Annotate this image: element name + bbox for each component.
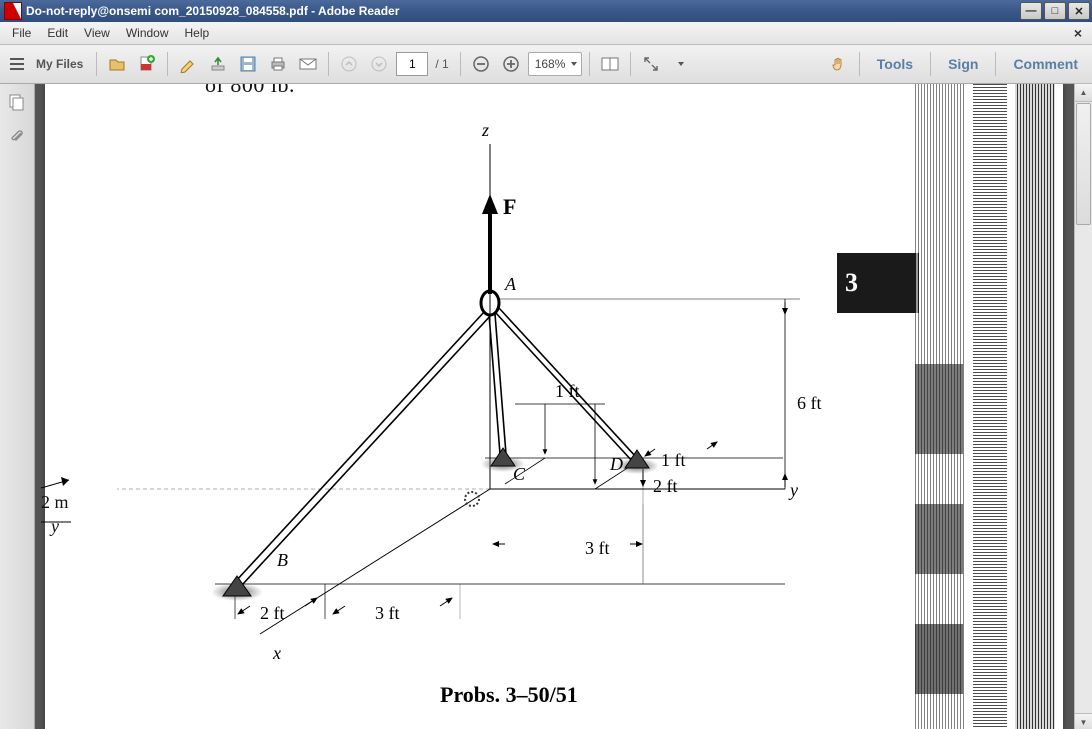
- point-b-label: B: [277, 550, 288, 570]
- axis-x-label: x: [272, 643, 281, 663]
- email-button[interactable]: [295, 51, 321, 77]
- printer-icon: [269, 55, 287, 73]
- page-down-button[interactable]: [366, 51, 392, 77]
- window-title: Do-not-reply@onsemi com_20150928_084558.…: [26, 4, 1020, 18]
- zoom-dropdown[interactable]: 168%: [528, 52, 583, 76]
- dim-6ft: 6 ft: [797, 393, 822, 413]
- envelope-icon: [298, 55, 318, 73]
- menu-edit[interactable]: Edit: [39, 24, 76, 42]
- create-pdf-icon: [138, 55, 156, 73]
- axis-z-label: z: [481, 120, 489, 140]
- close-window-button[interactable]: ✕: [1068, 2, 1090, 20]
- scroll-down-button[interactable]: ▼: [1074, 713, 1092, 729]
- pencil-icon: [179, 55, 197, 73]
- point-d-label: D: [609, 454, 623, 474]
- fullscreen-button[interactable]: [638, 51, 664, 77]
- separator: [96, 52, 97, 76]
- menu-file[interactable]: File: [4, 24, 39, 42]
- clipped-dim-2m: 2 m: [41, 492, 69, 513]
- print-button[interactable]: [265, 51, 291, 77]
- dim-3ft-a: 3 ft: [585, 538, 610, 558]
- zoom-out-button[interactable]: [468, 51, 494, 77]
- hand-icon: [830, 55, 848, 73]
- more-tools-button[interactable]: [668, 51, 694, 77]
- thumbnails-button[interactable]: [7, 92, 27, 112]
- read-mode-button[interactable]: [597, 51, 623, 77]
- arrow-up-icon: [341, 56, 357, 72]
- export-button[interactable]: [205, 51, 231, 77]
- zoom-value: 168%: [535, 57, 566, 71]
- toolbar: My Files / 1 168%: [0, 45, 1092, 84]
- scroll-thumb[interactable]: [1076, 103, 1091, 225]
- menu-bar: File Edit View Window Help ×: [0, 22, 1092, 45]
- figure-caption: Probs. 3–50/51: [440, 682, 578, 708]
- scan-noise: [915, 84, 1063, 729]
- sign-panel-button[interactable]: Sign: [938, 56, 988, 72]
- page-number-input[interactable]: [396, 52, 428, 76]
- my-files-button[interactable]: My Files: [34, 57, 89, 71]
- hand-tool-button[interactable]: [826, 51, 852, 77]
- navigation-pane: [0, 84, 35, 729]
- separator: [460, 52, 461, 76]
- thumbnails-icon: [8, 93, 26, 111]
- maximize-button[interactable]: □: [1044, 2, 1066, 20]
- axis-y-label: y: [788, 480, 798, 500]
- floppy-icon: [239, 55, 257, 73]
- separator: [167, 52, 168, 76]
- dim-2ft-b: 2 ft: [260, 603, 285, 623]
- pdf-page: of 800 lb. 3: [45, 84, 1063, 729]
- vertical-scrollbar[interactable]: ▲ ▼: [1074, 84, 1092, 729]
- adobe-reader-icon: [4, 2, 22, 20]
- figure: z F A y x: [45, 104, 865, 704]
- zoom-in-button[interactable]: [498, 51, 524, 77]
- dim-1ft-b: 1 ft: [661, 450, 686, 470]
- minimize-button[interactable]: —: [1020, 2, 1042, 20]
- separator: [589, 52, 590, 76]
- page-up-button[interactable]: [336, 51, 362, 77]
- minus-circle-icon: [472, 55, 490, 73]
- scroll-up-button[interactable]: ▲: [1074, 83, 1092, 102]
- hamburger-icon: [10, 58, 24, 70]
- force-label: F: [503, 194, 516, 219]
- separator: [859, 52, 860, 76]
- dim-2ft-a: 2 ft: [653, 476, 678, 496]
- create-pdf-button[interactable]: [134, 51, 160, 77]
- export-icon: [209, 55, 227, 73]
- attachments-button[interactable]: [7, 126, 27, 146]
- chevron-down-icon: [678, 62, 684, 66]
- menu-view[interactable]: View: [76, 24, 118, 42]
- edit-button[interactable]: [175, 51, 201, 77]
- open-icon: [108, 55, 126, 73]
- separator: [630, 52, 631, 76]
- menu-window[interactable]: Window: [118, 24, 177, 42]
- expand-icon: [642, 55, 660, 73]
- scroll-track[interactable]: [1075, 101, 1092, 714]
- separator: [930, 52, 931, 76]
- arrow-down-icon: [371, 56, 387, 72]
- point-a-label: A: [504, 274, 517, 294]
- chevron-down-icon: [571, 62, 577, 66]
- page-total-label: / 1: [432, 57, 452, 71]
- menu-help[interactable]: Help: [177, 24, 218, 42]
- paperclip-icon: [8, 127, 26, 145]
- clipped-heading: of 800 lb.: [205, 84, 295, 98]
- plus-circle-icon: [502, 55, 520, 73]
- point-c-label: C: [513, 464, 526, 484]
- page-viewport[interactable]: of 800 lb. 3: [35, 84, 1074, 729]
- tools-panel-button[interactable]: Tools: [867, 56, 923, 72]
- save-button[interactable]: [235, 51, 261, 77]
- separator: [328, 52, 329, 76]
- sidebar-toggle-button[interactable]: [4, 51, 30, 77]
- open-button[interactable]: [104, 51, 130, 77]
- comment-panel-button[interactable]: Comment: [1003, 56, 1088, 72]
- document-area: of 800 lb. 3: [0, 84, 1092, 729]
- title-bar: Do-not-reply@onsemi com_20150928_084558.…: [0, 0, 1092, 22]
- separator: [995, 52, 996, 76]
- dim-3ft-b: 3 ft: [375, 603, 400, 623]
- close-document-button[interactable]: ×: [1068, 25, 1088, 41]
- clipped-line: [41, 512, 81, 532]
- read-mode-icon: [600, 55, 620, 73]
